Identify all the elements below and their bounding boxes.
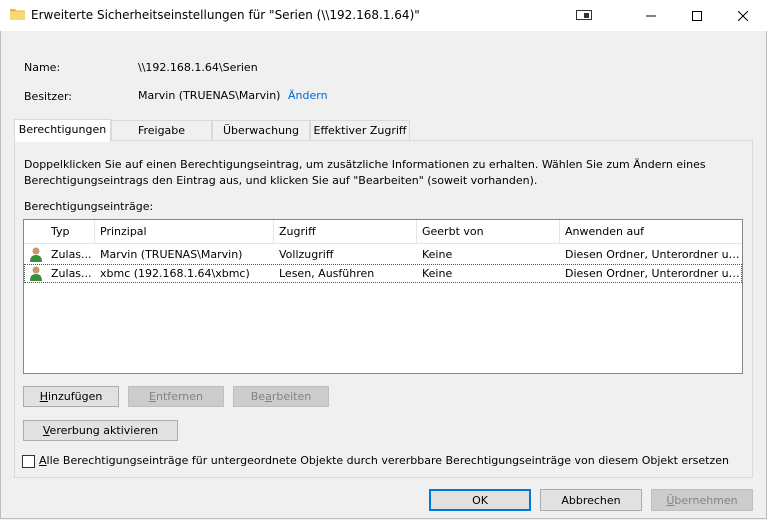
add-button[interactable]: Hinzufügen <box>23 386 119 407</box>
maximize-button[interactable] <box>674 0 720 31</box>
user-icon <box>30 247 42 262</box>
folder-icon <box>10 9 25 20</box>
minimize-button[interactable] <box>628 0 674 31</box>
replace-permissions-label[interactable]: Alle Berechtigungseinträge für untergeor… <box>39 454 729 467</box>
cell-principal: xbmc (192.168.1.64\xbmc) <box>100 267 250 280</box>
tab-auditing[interactable]: Überwachung <box>212 120 310 141</box>
user-icon <box>30 266 42 281</box>
column-applies-to[interactable]: Anwenden auf <box>560 220 742 243</box>
maximize-icon <box>692 10 702 21</box>
cancel-button[interactable]: Abbrechen <box>540 489 642 511</box>
column-type[interactable]: Typ <box>46 220 95 243</box>
list-header: Typ Prinzipal Zugriff Geerbt von Anwende… <box>24 220 742 244</box>
close-icon <box>738 10 748 21</box>
description-text: Doppelklicken Sie auf einen Berechtigung… <box>24 158 706 187</box>
cell-applies-to: Diesen Ordner, Unterordner un... <box>565 248 742 261</box>
enable-inheritance-button[interactable]: Vererbung aktivieren <box>23 420 178 441</box>
name-value: \\192.168.1.64\Serien <box>138 61 258 74</box>
column-inherited-from[interactable]: Geerbt von <box>417 220 560 243</box>
edit-button[interactable]: Bearbeiten <box>233 386 329 407</box>
apply-button[interactable]: Übernehmen <box>651 489 753 511</box>
cell-applies-to: Diesen Ordner, Unterordner un... <box>565 267 741 280</box>
snap-layout-icon <box>576 9 592 20</box>
tab-share[interactable]: Freigabe <box>111 120 212 141</box>
owner-label: Besitzer: <box>24 90 72 103</box>
tab-permissions[interactable]: Berechtigungen <box>14 119 111 142</box>
table-row[interactable]: Zulas... Marvin (TRUENAS\Marvin) Vollzug… <box>24 245 742 264</box>
column-access[interactable]: Zugriff <box>274 220 417 243</box>
entries-label: Berechtigungseinträge: <box>24 200 154 213</box>
owner-value: Marvin (TRUENAS\Marvin) <box>138 89 281 102</box>
cell-principal: Marvin (TRUENAS\Marvin) <box>100 248 243 261</box>
table-row[interactable]: Zulas... xbmc (192.168.1.64\xbmc) Lesen,… <box>24 264 742 283</box>
close-button[interactable] <box>720 0 766 31</box>
change-owner-link[interactable]: Ändern <box>288 89 328 102</box>
replace-permissions-checkbox[interactable] <box>22 455 35 468</box>
title-bar: Erweiterte Sicherheitseinstellungen für … <box>0 0 767 31</box>
window-title: Erweiterte Sicherheitseinstellungen für … <box>31 8 420 22</box>
cell-type: Zulas... <box>51 248 92 261</box>
tab-effective-access[interactable]: Effektiver Zugriff <box>310 120 410 141</box>
snap-button[interactable] <box>561 0 607 31</box>
column-principal[interactable]: Prinzipal <box>95 220 274 243</box>
cell-type: Zulas... <box>51 267 92 280</box>
name-label: Name: <box>24 61 61 74</box>
ok-button[interactable]: OK <box>429 489 531 511</box>
cell-access: Vollzugriff <box>279 248 334 261</box>
cell-access: Lesen, Ausführen <box>279 267 375 280</box>
minimize-icon <box>646 15 656 16</box>
cell-inherited-from: Keine <box>422 248 453 261</box>
remove-button[interactable]: Entfernen <box>128 386 224 407</box>
cell-inherited-from: Keine <box>422 267 453 280</box>
permission-entries-list[interactable]: Typ Prinzipal Zugriff Geerbt von Anwende… <box>23 219 743 374</box>
